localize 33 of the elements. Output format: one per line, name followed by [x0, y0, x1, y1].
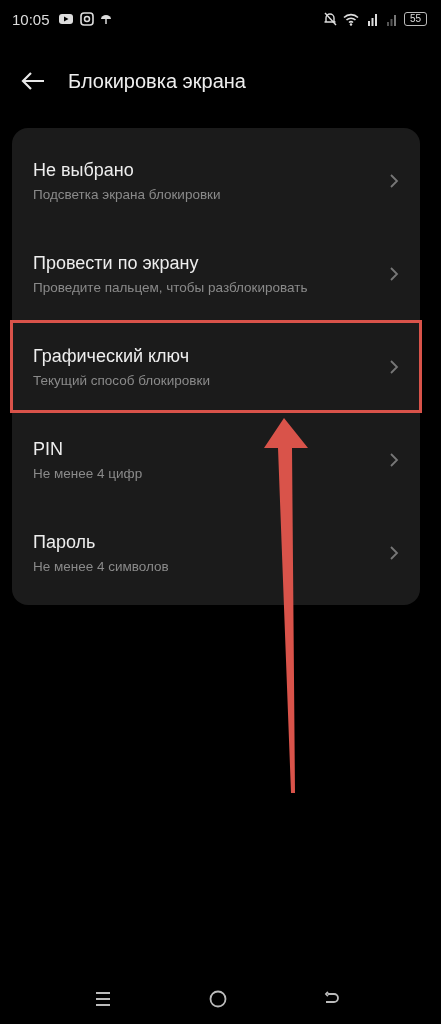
- menu-icon[interactable]: [94, 991, 112, 1007]
- home-icon[interactable]: [207, 989, 228, 1009]
- chevron-icon: [389, 265, 399, 282]
- chevron-icon: [389, 172, 399, 189]
- wifi-icon: [342, 12, 360, 26]
- signal-icon: [385, 12, 398, 26]
- status-time: 10:05: [12, 10, 50, 28]
- chevron-icon: [389, 358, 399, 375]
- option-subtitle: Подсветка экрана блокировки: [33, 186, 222, 202]
- lock-option[interactable]: Пароль Не менее 4 символов: [10, 506, 422, 599]
- lock-option[interactable]: Графический ключ Текущий способ блокировки: [10, 320, 422, 413]
- option-title: Провести по экрану: [33, 252, 200, 274]
- option-title: Графический ключ: [33, 345, 191, 367]
- option-subtitle: Текущий способ блокировки: [33, 372, 211, 388]
- option-title: Не выбрано: [33, 159, 135, 181]
- video-app-icon: [57, 13, 74, 25]
- chevron-icon: [389, 451, 399, 468]
- signal-icon: [365, 12, 380, 26]
- chevron-icon: [389, 544, 399, 561]
- option-title: Пароль: [33, 531, 97, 553]
- umbrella-icon: [99, 13, 112, 25]
- lock-option[interactable]: Не выбрано Подсветка экрана блокировки: [10, 134, 422, 227]
- back-arrow-icon[interactable]: [20, 71, 46, 91]
- app-icon: [79, 12, 94, 26]
- option-subtitle: Не менее 4 символов: [33, 558, 170, 574]
- screen-title: Блокировка экрана: [68, 69, 246, 93]
- battery-indicator: 55: [403, 12, 427, 26]
- lock-option[interactable]: PIN Не менее 4 цифр: [10, 413, 422, 506]
- option-title: PIN: [33, 438, 64, 460]
- muted-bell-icon: [322, 12, 337, 26]
- option-subtitle: Проведите пальцем, чтобы разблокировать: [33, 279, 309, 295]
- option-subtitle: Не менее 4 цифр: [33, 465, 144, 481]
- lock-option[interactable]: Провести по экрану Проведите пальцем, чтобы разблокировать: [10, 227, 422, 320]
